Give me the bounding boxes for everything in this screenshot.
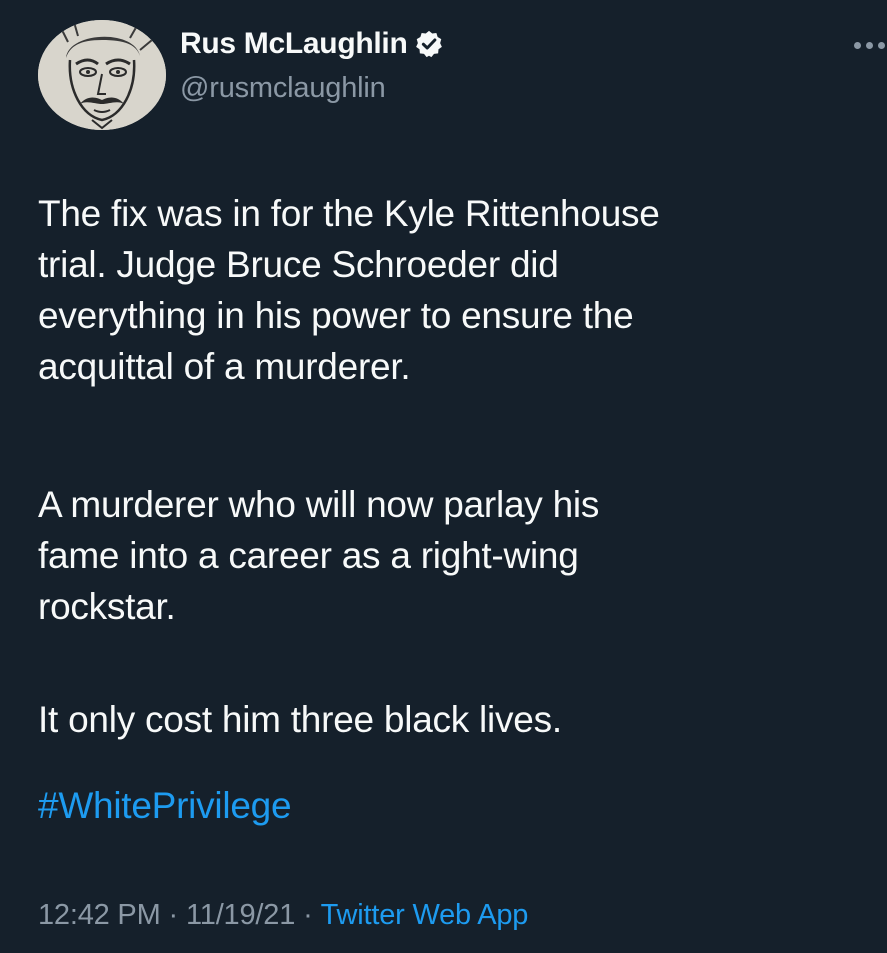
tweet-card: Rus McLaughlin @rusmclaughlin The fix wa…	[0, 0, 887, 953]
tweet-paragraph-1: The fix was in for the Kyle Rittenhouse …	[38, 188, 660, 392]
text-line: rockstar.	[38, 586, 176, 627]
text-line: fame into a career as a right-wing	[38, 535, 579, 576]
author-name-row[interactable]: Rus McLaughlin	[180, 27, 444, 61]
source-link[interactable]: Twitter Web App	[321, 899, 529, 931]
tweet-paragraph-3: It only cost him three black lives.	[38, 694, 562, 745]
display-name[interactable]: Rus McLaughlin	[180, 27, 408, 61]
text-line: The fix was in for the Kyle Rittenhouse	[38, 193, 660, 234]
user-handle[interactable]: @rusmclaughlin	[180, 72, 386, 105]
tweet-time[interactable]: 12:42 PM	[38, 899, 161, 931]
hashtag-link[interactable]: #WhitePrivilege	[38, 780, 292, 831]
text-line: acquittal of a murderer.	[38, 346, 411, 387]
text-line: A murderer who will now parlay his	[38, 484, 600, 525]
tweet-date[interactable]: 11/19/21	[186, 899, 295, 931]
more-horizontal-icon[interactable]	[850, 36, 887, 56]
avatar[interactable]	[38, 20, 166, 130]
portrait-illustration	[38, 20, 166, 130]
tweet-metadata: 12:42 PM · 11/19/21 · Twitter Web App	[38, 899, 528, 932]
verified-badge-icon	[414, 29, 444, 59]
tweet-paragraph-2: A murderer who will now parlay his fame …	[38, 479, 599, 632]
text-line: It only cost him three black lives.	[38, 699, 562, 740]
separator: ·	[303, 899, 313, 931]
text-line: trial. Judge Bruce Schroeder did	[38, 244, 559, 285]
separator: ·	[168, 899, 179, 931]
text-line: everything in his power to ensure the	[38, 295, 634, 336]
